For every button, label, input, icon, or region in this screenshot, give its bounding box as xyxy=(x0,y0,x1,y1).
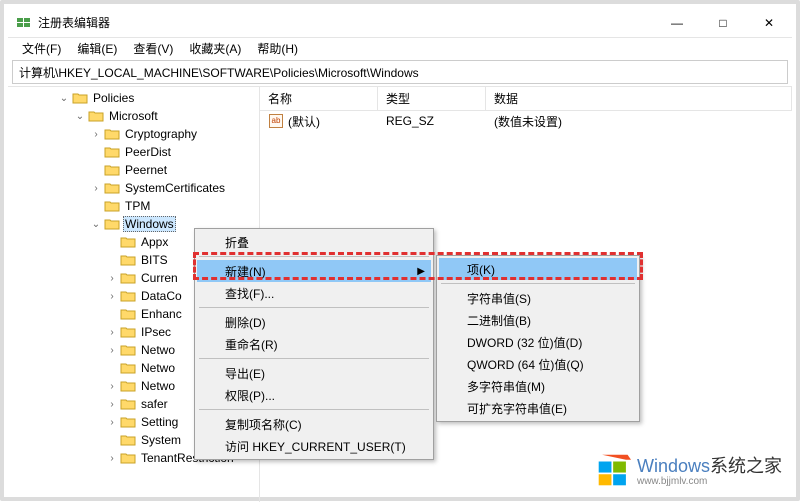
ctx-export[interactable]: 导出(E) xyxy=(197,362,431,384)
folder-icon xyxy=(120,451,136,465)
value-name: (默认) xyxy=(288,113,320,130)
window-title: 注册表编辑器 xyxy=(38,14,654,31)
separator xyxy=(441,283,635,284)
expander-icon[interactable]: › xyxy=(104,453,120,464)
tree-item-policies[interactable]: ⌄Policies xyxy=(8,89,259,107)
folder-icon xyxy=(120,361,136,375)
ctx-copykey[interactable]: 复制项名称(C) xyxy=(197,413,431,435)
column-data[interactable]: 数据 xyxy=(486,87,792,110)
windows-logo-icon xyxy=(597,453,631,487)
expander-icon[interactable]: › xyxy=(88,129,104,140)
menu-edit[interactable]: 编辑(E) xyxy=(69,38,125,59)
menu-file[interactable]: 文件(F) xyxy=(14,38,69,59)
ctx-new[interactable]: 新建(N)▶ xyxy=(197,260,431,282)
address-bar[interactable]: 计算机\HKEY_LOCAL_MACHINE\SOFTWARE\Policies… xyxy=(12,60,788,84)
folder-icon xyxy=(120,343,136,357)
ctx-find[interactable]: 查找(F)... xyxy=(197,282,431,304)
ctx-new-expandstring[interactable]: 可扩充字符串值(E) xyxy=(439,397,637,419)
folder-icon xyxy=(104,181,120,195)
folder-icon xyxy=(104,127,120,141)
expander-icon[interactable]: › xyxy=(88,183,104,194)
watermark-logo: Windows系统之家 www.bjjmlv.com xyxy=(597,452,782,487)
menu-bar: 文件(F) 编辑(E) 查看(V) 收藏夹(A) 帮助(H) xyxy=(8,38,792,58)
expander-icon[interactable]: › xyxy=(104,327,120,338)
address-text: 计算机\HKEY_LOCAL_MACHINE\SOFTWARE\Policies… xyxy=(19,64,419,81)
folder-icon xyxy=(120,253,136,267)
expander-icon[interactable]: › xyxy=(104,381,120,392)
tree-item-tpm[interactable]: TPM xyxy=(8,197,259,215)
folder-icon xyxy=(104,199,120,213)
ctx-new-binary[interactable]: 二进制值(B) xyxy=(439,309,637,331)
ctx-new-string[interactable]: 字符串值(S) xyxy=(439,287,637,309)
folder-icon xyxy=(120,307,136,321)
folder-icon xyxy=(120,415,136,429)
separator xyxy=(199,256,429,257)
folder-icon xyxy=(120,235,136,249)
folder-icon xyxy=(104,163,120,177)
ctx-new-multistring[interactable]: 多字符串值(M) xyxy=(439,375,637,397)
context-menu-key: 折叠 新建(N)▶ 查找(F)... 删除(D) 重命名(R) 导出(E) 权限… xyxy=(194,228,434,460)
menu-view[interactable]: 查看(V) xyxy=(125,38,181,59)
tree-item-peernet[interactable]: Peernet xyxy=(8,161,259,179)
ctx-new-key[interactable]: 项(K) xyxy=(439,258,637,280)
folder-icon xyxy=(72,91,88,105)
separator xyxy=(199,307,429,308)
value-row-default[interactable]: ab (默认) REG_SZ (数值未设置) xyxy=(260,111,792,131)
ctx-goto-hkcu[interactable]: 访问 HKEY_CURRENT_USER(T) xyxy=(197,435,431,457)
folder-icon xyxy=(104,145,120,159)
title-bar[interactable]: 注册表编辑器 — □ ✕ xyxy=(8,8,792,38)
minimize-button[interactable]: — xyxy=(654,8,700,38)
expander-icon[interactable]: › xyxy=(104,399,120,410)
folder-icon xyxy=(120,271,136,285)
ctx-delete[interactable]: 删除(D) xyxy=(197,311,431,333)
context-submenu-new: 项(K) 字符串值(S) 二进制值(B) DWORD (32 位)值(D) QW… xyxy=(436,255,640,422)
separator xyxy=(199,409,429,410)
menu-favorites[interactable]: 收藏夹(A) xyxy=(181,38,249,59)
separator xyxy=(199,358,429,359)
submenu-arrow-icon: ▶ xyxy=(417,266,425,277)
folder-icon xyxy=(120,289,136,303)
expander-icon[interactable]: › xyxy=(104,417,120,428)
string-value-icon: ab xyxy=(268,113,284,129)
value-type: REG_SZ xyxy=(378,114,486,128)
tree-item-systemcertificates[interactable]: ›SystemCertificates xyxy=(8,179,259,197)
ctx-collapse[interactable]: 折叠 xyxy=(197,231,431,253)
expander-icon[interactable]: › xyxy=(104,291,120,302)
ctx-permissions[interactable]: 权限(P)... xyxy=(197,384,431,406)
column-type[interactable]: 类型 xyxy=(378,87,486,110)
ctx-new-dword[interactable]: DWORD (32 位)值(D) xyxy=(439,331,637,353)
tree-item-microsoft[interactable]: ⌄Microsoft xyxy=(8,107,259,125)
folder-icon xyxy=(120,433,136,447)
expander-icon[interactable]: ⌄ xyxy=(56,93,72,104)
expander-icon[interactable]: › xyxy=(104,273,120,284)
column-name[interactable]: 名称 xyxy=(260,87,378,110)
menu-help[interactable]: 帮助(H) xyxy=(249,38,306,59)
expander-icon[interactable]: › xyxy=(104,345,120,356)
app-icon xyxy=(16,15,32,31)
close-button[interactable]: ✕ xyxy=(746,8,792,38)
folder-icon xyxy=(104,217,120,231)
folder-icon xyxy=(120,325,136,339)
tree-item-cryptography[interactable]: ›Cryptography xyxy=(8,125,259,143)
folder-icon xyxy=(88,109,104,123)
values-header: 名称 类型 数据 xyxy=(260,87,792,111)
expander-icon[interactable]: ⌄ xyxy=(88,219,104,230)
expander-icon[interactable]: ⌄ xyxy=(72,111,88,122)
maximize-button[interactable]: □ xyxy=(700,8,746,38)
window-frame: 注册表编辑器 — □ ✕ 文件(F) 编辑(E) 查看(V) 收藏夹(A) 帮助… xyxy=(0,0,800,501)
value-data: (数值未设置) xyxy=(486,113,792,130)
ctx-rename[interactable]: 重命名(R) xyxy=(197,333,431,355)
tree-item-peerdist[interactable]: PeerDist xyxy=(8,143,259,161)
ctx-new-qword[interactable]: QWORD (64 位)值(Q) xyxy=(439,353,637,375)
folder-icon xyxy=(120,397,136,411)
folder-icon xyxy=(120,379,136,393)
